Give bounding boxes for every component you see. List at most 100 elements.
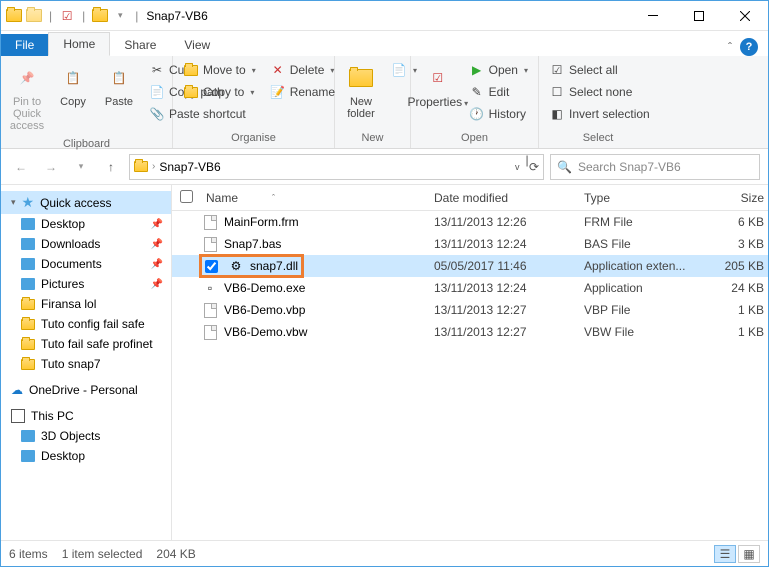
sidebar-item[interactable]: Pictures📌 — [1, 274, 171, 294]
edit-button[interactable]: ✎Edit — [465, 82, 532, 102]
file-row[interactable]: ⚙snap7.dll05/05/2017 11:46Application ex… — [172, 255, 768, 277]
paste-shortcut-icon: 📎 — [149, 106, 165, 122]
group-label: New — [339, 130, 406, 146]
select-none-button[interactable]: ☐Select none — [545, 82, 654, 102]
tab-home[interactable]: Home — [48, 32, 110, 56]
close-button[interactable] — [722, 1, 768, 31]
search-icon: 🔍 — [557, 160, 572, 174]
file-size: 24 KB — [708, 281, 768, 295]
statusbar: 6 items 1 item selected 204 KB ☰ ▦ — [1, 540, 768, 566]
window-title: Snap7-VB6 — [146, 9, 207, 23]
sidebar: ▾★Quick access Desktop📌Downloads📌Documen… — [1, 185, 172, 540]
file-size: 1 KB — [708, 325, 768, 339]
pc-icon — [11, 409, 25, 423]
navbar: ← → ▾ ↑ › Snap7-VB6 v| ⟳ 🔍 Search Snap7-… — [1, 149, 768, 185]
history-button[interactable]: 🕐History — [465, 104, 532, 124]
address-bar[interactable]: › Snap7-VB6 v| ⟳ — [129, 154, 544, 180]
file-row[interactable]: Snap7.bas13/11/2013 12:24BAS File3 KB — [172, 233, 768, 255]
open-icon: ▶ — [469, 62, 485, 78]
column-name[interactable]: Nameˆ — [202, 191, 430, 205]
folder-icon — [21, 319, 35, 330]
folder-icon — [183, 84, 199, 100]
column-date[interactable]: Date modified — [430, 191, 580, 205]
sidebar-item-label: Firansa lol — [41, 297, 96, 311]
move-to-button[interactable]: Move to▾ — [179, 60, 260, 80]
file-date: 13/11/2013 12:24 — [430, 281, 580, 295]
open-button[interactable]: ▶Open▾ — [465, 60, 532, 80]
file-name: Snap7.bas — [224, 237, 281, 251]
sort-asc-icon: ˆ — [272, 193, 275, 203]
file-row[interactable]: VB6-Demo.vbp13/11/2013 12:27VBP File1 KB — [172, 299, 768, 321]
sidebar-quick-access[interactable]: ▾★Quick access — [1, 191, 171, 214]
file-row[interactable]: VB6-Demo.vbw13/11/2013 12:27VBW File1 KB — [172, 321, 768, 343]
qat-properties-icon[interactable]: ☑ — [58, 7, 76, 25]
rename-button[interactable]: 📝Rename — [266, 82, 339, 102]
select-all-checkbox[interactable] — [180, 190, 193, 203]
qat-item[interactable] — [25, 7, 43, 25]
status-count: 6 items — [9, 547, 48, 561]
forward-button[interactable]: → — [39, 155, 63, 179]
file-list: MainForm.frm13/11/2013 12:26FRM File6 KB… — [172, 211, 768, 540]
minimize-button[interactable] — [630, 1, 676, 31]
properties-button[interactable]: ☑Properties▾ — [415, 58, 461, 113]
folder-icon — [183, 62, 199, 78]
folder-icon — [21, 278, 35, 290]
sidebar-item[interactable]: Documents📌 — [1, 254, 171, 274]
sidebar-item[interactable]: Tuto config fail safe — [1, 314, 171, 334]
file-row[interactable]: ▫VB6-Demo.exe13/11/2013 12:24Application… — [172, 277, 768, 299]
tab-file[interactable]: File — [1, 34, 48, 56]
sidebar-item[interactable]: Downloads📌 — [1, 234, 171, 254]
column-size[interactable]: Size — [708, 191, 768, 205]
row-checkbox[interactable] — [205, 260, 218, 273]
sidebar-desktop[interactable]: Desktop — [1, 446, 171, 466]
tab-share[interactable]: Share — [110, 34, 170, 56]
details-view-button[interactable]: ☰ — [714, 545, 736, 563]
file-icon — [202, 324, 218, 340]
refresh-icon[interactable]: ⟳ — [529, 160, 539, 174]
breadcrumb-segment[interactable]: Snap7-VB6 — [159, 160, 220, 174]
sidebar-item-label: Tuto fail safe profinet — [41, 337, 153, 351]
quick-access-toolbar: | ☑ | ▾ | — [1, 7, 146, 25]
select-all-button[interactable]: ☑Select all — [545, 60, 654, 80]
collapse-ribbon-icon[interactable]: ˆ — [728, 40, 732, 54]
group-label: Select — [543, 130, 653, 146]
file-row[interactable]: MainForm.frm13/11/2013 12:26FRM File6 KB — [172, 211, 768, 233]
select-all-icon: ☑ — [549, 62, 565, 78]
invert-selection-button[interactable]: ◧Invert selection — [545, 104, 654, 124]
tab-view[interactable]: View — [170, 34, 224, 56]
maximize-button[interactable] — [676, 1, 722, 31]
history-icon: 🕐 — [469, 106, 485, 122]
delete-button[interactable]: ✕Delete▾ — [266, 60, 339, 80]
pin-to-quick-access-button[interactable]: 📌Pin to Quick access — [5, 58, 49, 136]
up-button[interactable]: ↑ — [99, 155, 123, 179]
column-type[interactable]: Type — [580, 191, 708, 205]
sidebar-item[interactable]: Firansa lol — [1, 294, 171, 314]
icons-view-button[interactable]: ▦ — [738, 545, 760, 563]
properties-icon: ☑ — [432, 62, 443, 94]
help-icon[interactable]: ? — [740, 38, 758, 56]
copy-to-button[interactable]: Copy to▾ — [179, 82, 260, 102]
delete-icon: ✕ — [270, 62, 286, 78]
sidebar-onedrive[interactable]: ☁OneDrive - Personal — [1, 380, 171, 400]
edit-icon: ✎ — [469, 84, 485, 100]
sidebar-item[interactable]: Tuto snap7 — [1, 354, 171, 374]
back-button[interactable]: ← — [9, 155, 33, 179]
star-icon: ★ — [22, 194, 35, 211]
folder-icon — [21, 258, 35, 270]
file-icon — [202, 236, 218, 252]
qat-dropdown-icon[interactable]: ▾ — [111, 7, 129, 25]
sidebar-item[interactable]: Tuto fail safe profinet — [1, 334, 171, 354]
new-folder-button[interactable]: New folder — [339, 58, 383, 124]
sidebar-item[interactable]: Desktop📌 — [1, 214, 171, 234]
new-folder-icon — [349, 62, 373, 94]
paste-button[interactable]: 📋Paste — [97, 58, 141, 112]
address-dropdown-icon[interactable]: v — [515, 162, 520, 172]
sidebar-3d-objects[interactable]: 3D Objects — [1, 426, 171, 446]
search-input[interactable]: 🔍 Search Snap7-VB6 — [550, 154, 760, 180]
recent-dropdown[interactable]: ▾ — [69, 155, 93, 179]
chevron-right-icon[interactable]: › — [152, 161, 155, 172]
sidebar-this-pc[interactable]: This PC — [1, 406, 171, 426]
app-icon: ▫ — [208, 281, 212, 295]
copy-button[interactable]: 📋Copy — [51, 58, 95, 112]
file-icon: ⚙ — [228, 258, 244, 274]
